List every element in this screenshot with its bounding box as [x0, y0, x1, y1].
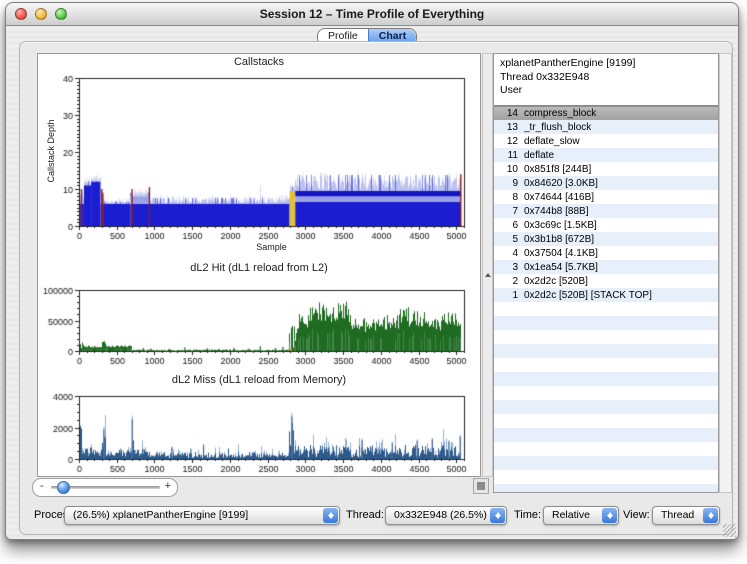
app-window: Session 12 – Time Profile of Everything … [5, 2, 739, 540]
popup-arrows-icon [602, 508, 617, 523]
list-row[interactable]: 100x851f8 [244B] [494, 162, 718, 176]
list-row[interactable]: 30x1ea54 [5.7KB] [494, 260, 718, 274]
list-stripe [494, 344, 718, 358]
list-stripe [494, 316, 718, 330]
list-row[interactable]: 60x3c69c [1.5KB] [494, 218, 718, 232]
chart-title-l2-hit: dL2 Hit (dL1 reload from L2) [38, 262, 480, 274]
list-row[interactable]: 40x37504 [4.1KB] [494, 246, 718, 260]
list-row[interactable]: 14compress_block [494, 106, 718, 120]
title-bar[interactable]: Session 12 – Time Profile of Everything [6, 3, 738, 26]
list-stripe [494, 428, 718, 442]
list-stripe [494, 330, 718, 344]
list-row[interactable]: 10x2d2c [520B] [STACK TOP] [494, 288, 718, 302]
process-popup-value: (26.5%) xplanetPantherEngine [9199] [73, 509, 248, 521]
zoom-in-label[interactable]: + [165, 480, 171, 492]
list-stripe [494, 470, 718, 484]
desktop: Session 12 – Time Profile of Everything … [0, 0, 747, 564]
thread-id-text: Thread 0x332E948 [500, 71, 718, 85]
list-stripe [494, 484, 718, 493]
list-row[interactable]: 12deflate_slow [494, 134, 718, 148]
view-label: View: [623, 506, 650, 525]
time-label: Time: [514, 506, 541, 525]
list-stripe [494, 386, 718, 400]
list-scrollbar[interactable] [719, 53, 732, 493]
list-stripe [494, 400, 718, 414]
bottom-controls: Process: (26.5%) xplanetPantherEngine [9… [6, 506, 738, 526]
panel-splitter[interactable] [482, 53, 493, 477]
window-title: Session 12 – Time Profile of Everything [6, 3, 738, 25]
list-stripe [494, 414, 718, 428]
thread-popup-value: 0x332E948 (26.5%) [394, 509, 487, 521]
list-row[interactable]: 80x74644 [416B] [494, 190, 718, 204]
time-popup[interactable]: Relative [543, 506, 619, 525]
callstack-panel: xplanetPantherEngine [9199] Thread 0x332… [493, 53, 719, 493]
splitter-arrow-icon [485, 270, 491, 277]
list-row[interactable]: 90x84620 [3.0KB] [494, 176, 718, 190]
list-stripe [494, 372, 718, 386]
list-stripe [494, 456, 718, 470]
thread-label: Thread: [346, 506, 384, 525]
time-popup-value: Relative [552, 509, 590, 521]
list-row[interactable]: 13_tr_flush_block [494, 120, 718, 134]
zoom-slider: - + [32, 478, 178, 497]
callstack-header: xplanetPantherEngine [9199] Thread 0x332… [494, 54, 718, 106]
view-popup[interactable]: Thread [652, 506, 720, 525]
scroll-corner-widget[interactable] [473, 478, 489, 494]
user-mode-text: User [500, 84, 718, 98]
chart-title-l2-miss: dL2 Miss (dL1 reload from Memory) [38, 374, 480, 386]
process-popup[interactable]: (26.5%) xplanetPantherEngine [9199] [64, 506, 340, 525]
x-axis-label-sample: Sample [79, 242, 464, 252]
list-stripe [494, 358, 718, 372]
list-row[interactable]: 50x3b1b8 [672B] [494, 232, 718, 246]
popup-arrows-icon [323, 508, 338, 523]
callstack-list: 14compress_block13_tr_flush_block12defla… [494, 106, 718, 493]
popup-arrows-icon [490, 508, 505, 523]
process-name-text: xplanetPantherEngine [9199] [500, 57, 718, 71]
zoom-out-label[interactable]: - [40, 480, 44, 492]
list-stripe [494, 302, 718, 316]
list-row[interactable]: 20x2d2c [520B] [494, 274, 718, 288]
resize-grip-icon[interactable] [723, 524, 736, 537]
view-popup-value: Thread [661, 509, 694, 521]
list-stripe [494, 442, 718, 456]
chart-panel: Callstacks Callstack Depth Sample dL2 Hi… [37, 53, 481, 477]
list-row[interactable]: 70x744b8 [88B] [494, 204, 718, 218]
y-axis-label-callstack-depth: Callstack Depth [46, 96, 56, 206]
chart-title-callstacks: Callstacks [38, 56, 480, 68]
zoom-slider-thumb[interactable] [57, 481, 70, 494]
thread-popup[interactable]: 0x332E948 (26.5%) [385, 506, 507, 525]
popup-arrows-icon [703, 508, 718, 523]
list-row[interactable]: 11deflate [494, 148, 718, 162]
